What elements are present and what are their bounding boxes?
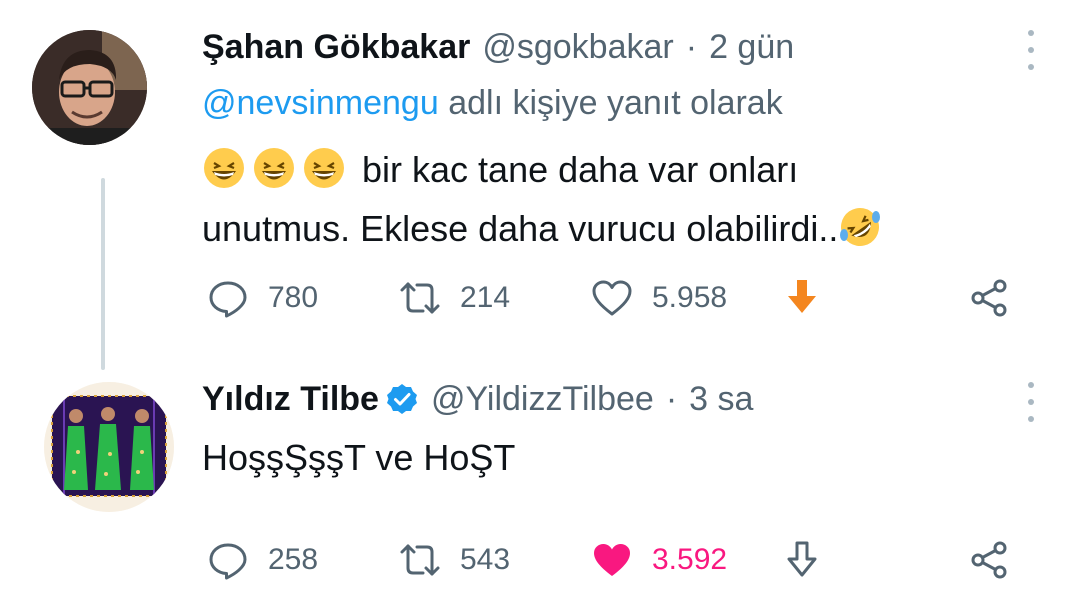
retweet-icon — [398, 538, 442, 582]
tweet-text-line2: unutmus. Eklese daha vurucu olabilirdi.. — [202, 208, 839, 249]
avatar[interactable] — [44, 382, 174, 512]
like-count: 5.958 — [652, 281, 728, 314]
tweet-yildizztilbee[interactable]: Yıldız Tilbe @YildizzTilbee · 3 sa HoşşŞ… — [0, 360, 1080, 580]
grinning-squinting-face-icon — [202, 146, 246, 190]
tweet-text: HoşşŞşşT ve HoŞT — [202, 437, 516, 478]
reply-icon — [206, 276, 250, 320]
author-name[interactable]: Şahan Gökbakar — [202, 28, 470, 67]
like-button[interactable]: 3.592 — [590, 530, 727, 590]
more-options-icon[interactable] — [1024, 382, 1038, 422]
grinning-squinting-face-icon — [302, 146, 346, 190]
separator: · — [665, 379, 678, 418]
orange-down-arrow-icon — [780, 276, 824, 320]
orange-down-arrow-button[interactable] — [780, 268, 824, 328]
retweet-count: 543 — [460, 543, 511, 576]
share-button[interactable] — [968, 268, 1012, 328]
verified-badge-icon — [385, 382, 419, 416]
author-handle[interactable]: @sgokbakar — [482, 28, 673, 67]
avatar[interactable] — [32, 30, 147, 145]
downvote-arrow-icon — [780, 538, 824, 582]
downvote-button[interactable] — [780, 530, 824, 590]
like-button[interactable]: 5.958 — [590, 268, 727, 328]
reply-context: @nevsinmengu adlı kişiye yanıt olarak — [202, 84, 783, 123]
reply-to-mention[interactable]: @nevsinmengu — [202, 84, 439, 122]
reply-icon — [206, 538, 250, 582]
tweet-actions: 780 214 5.958 — [0, 268, 1080, 328]
tweet-text-line1: bir kac tane daha var onları — [362, 149, 799, 190]
separator: · — [685, 27, 698, 66]
heart-filled-icon — [590, 538, 634, 582]
share-button[interactable] — [968, 530, 1012, 590]
tweet-actions: 258 543 3.592 — [0, 530, 1080, 590]
tweet-sgokbakar[interactable]: Şahan Gökbakar @sgokbakar · 2 gün @nevsi… — [0, 0, 1080, 370]
retweet-count: 214 — [460, 281, 511, 314]
retweet-button[interactable]: 214 — [398, 268, 510, 328]
tweet-header: Şahan Gökbakar @sgokbakar · 2 gün — [202, 22, 794, 72]
grinning-squinting-face-icon — [252, 146, 296, 190]
tweet-time[interactable]: 3 sa — [689, 380, 753, 419]
like-count: 3.592 — [652, 543, 728, 576]
retweet-icon — [398, 276, 442, 320]
heart-icon — [590, 276, 634, 320]
tweet-header: Yıldız Tilbe @YildizzTilbee · 3 sa — [202, 374, 753, 424]
more-options-icon[interactable] — [1024, 30, 1038, 70]
reply-to-suffix: adlı kişiye yanıt olarak — [448, 84, 783, 122]
rolling-on-floor-laughing-icon — [838, 205, 882, 249]
reply-button[interactable]: 258 — [206, 530, 318, 590]
author-handle[interactable]: @YildizzTilbee — [431, 380, 654, 419]
reply-button[interactable]: 780 — [206, 268, 318, 328]
share-icon — [968, 276, 1012, 320]
share-icon — [968, 538, 1012, 582]
reply-count: 258 — [268, 543, 319, 576]
tweet-time[interactable]: 2 gün — [709, 28, 794, 67]
author-name[interactable]: Yıldız Tilbe — [202, 380, 379, 419]
tweet-text: bir kac tane daha var onları unutmus. Ek… — [202, 140, 1022, 258]
reply-count: 780 — [268, 281, 319, 314]
retweet-button[interactable]: 543 — [398, 530, 510, 590]
